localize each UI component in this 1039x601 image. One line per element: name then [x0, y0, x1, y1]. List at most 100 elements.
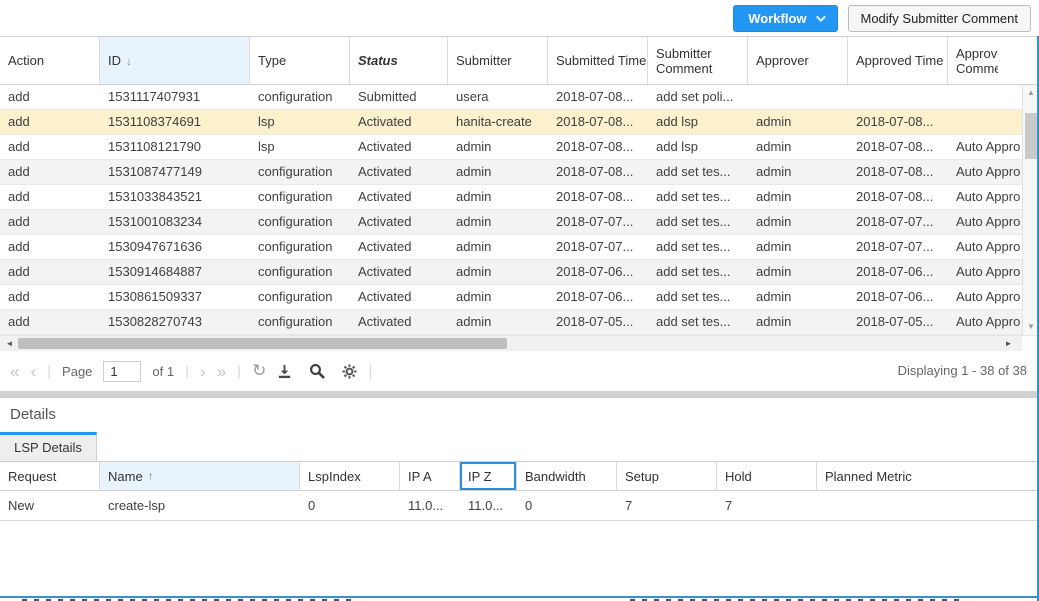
column-header-label: Approver [756, 53, 809, 68]
cell-status: Activated [350, 210, 448, 234]
cell-submitter: admin [448, 260, 548, 284]
column-header-label: Name [108, 469, 143, 484]
cell-submitter_comment: add set tes... [648, 185, 748, 209]
column-header-planned[interactable]: Planned Metric [817, 462, 1039, 490]
scroll-left-icon[interactable]: ◄ [1, 336, 18, 351]
toolbar-separator: | [185, 363, 189, 380]
cell-id: 1530828270743 [100, 310, 250, 334]
chevron-down-icon [815, 12, 825, 22]
column-header-ipz[interactable]: IP Z [460, 462, 517, 490]
column-header-name[interactable]: Name ↑ [100, 462, 300, 490]
cell-approved_time: 2018-07-08... [848, 185, 948, 209]
cell-approved_time: 2018-07-06... [848, 260, 948, 284]
cell-id: 1530914684887 [100, 260, 250, 284]
cell-action: add [0, 235, 100, 259]
column-header-lspindex[interactable]: LspIndex [300, 462, 400, 490]
column-header-type[interactable]: Type [250, 37, 350, 84]
cell-approver_comment [948, 110, 1022, 134]
cell-name: create-lsp [100, 491, 300, 520]
tab-lsp-details[interactable]: LSP Details [0, 432, 97, 461]
column-header-setup[interactable]: Setup [617, 462, 717, 490]
pagination-toolbar: « ‹ | Page of 1 | › » | ↻ [0, 351, 1039, 391]
workflow-button[interactable]: Workflow [733, 5, 837, 32]
cell-action: add [0, 160, 100, 184]
column-header-bandwidth[interactable]: Bandwidth [517, 462, 617, 490]
cell-approver_comment: Auto Appro [948, 185, 1022, 209]
scroll-right-icon[interactable]: ► [1000, 336, 1017, 351]
download-icon[interactable] [277, 364, 292, 379]
cell-type: configuration [250, 160, 350, 184]
column-header-id[interactable]: ID↓ [100, 37, 250, 84]
table-row[interactable]: add1530914684887configurationActivatedad… [0, 260, 1022, 285]
column-header-approver_comment[interactable]: Approver Comment [948, 37, 998, 84]
cell-planned [817, 491, 1039, 520]
column-header-request[interactable]: Request [0, 462, 100, 490]
column-header-label: Bandwidth [525, 469, 586, 484]
cell-action: add [0, 210, 100, 234]
next-page-button[interactable]: › [200, 363, 206, 380]
cell-approver_comment: Auto Appro [948, 160, 1022, 184]
table-row[interactable]: add1531087477149configurationActivatedad… [0, 160, 1022, 185]
search-icon[interactable] [309, 363, 325, 379]
refresh-icon[interactable]: ↻ [252, 361, 266, 381]
column-header-approved_time[interactable]: Approved Time [848, 37, 948, 84]
table-row[interactable]: add1530947671636configurationActivatedad… [0, 235, 1022, 260]
table-row[interactable]: add1531117407931configurationSubmittedus… [0, 85, 1022, 110]
cell-id: 1530947671636 [100, 235, 250, 259]
cell-submitter_comment: add set tes... [648, 260, 748, 284]
first-page-button[interactable]: « [10, 363, 19, 380]
column-header-label: Planned Metric [825, 469, 912, 484]
column-header-status[interactable]: Status [350, 37, 448, 84]
vertical-scroll-thumb[interactable] [1025, 113, 1037, 159]
horizontal-scroll-thumb[interactable] [18, 338, 507, 349]
table-row[interactable]: add1531108121790lspActivatedadmin2018-07… [0, 135, 1022, 160]
settings-gear-icon[interactable] [342, 364, 357, 379]
cell-approver: admin [748, 260, 848, 284]
previous-page-button[interactable]: ‹ [30, 363, 36, 380]
grid-rows: add1531117407931configurationSubmittedus… [0, 85, 1022, 335]
modify-submitter-comment-button[interactable]: Modify Submitter Comment [848, 5, 1032, 32]
cell-type: configuration [250, 185, 350, 209]
panel-splitter[interactable] [0, 391, 1039, 398]
cell-submitter_comment: add set tes... [648, 235, 748, 259]
cell-approver_comment: Auto Appro [948, 285, 1022, 309]
column-header-submitter_comment[interactable]: Submitter Comment [648, 37, 748, 84]
details-panel: Details LSP Details RequestName↑LspIndex… [0, 398, 1039, 521]
table-row[interactable]: add1530828270743configurationActivatedad… [0, 310, 1022, 335]
cell-submitter_comment: add set tes... [648, 210, 748, 234]
cell-submitter_comment: add set poli... [648, 85, 748, 109]
cell-submitter: admin [448, 210, 548, 234]
cell-status: Activated [350, 185, 448, 209]
cell-approved_time: 2018-07-08... [848, 160, 948, 184]
details-tabstrip: LSP Details [0, 432, 1039, 461]
cell-submitted_time: 2018-07-08... [548, 110, 648, 134]
cell-submitter: hanita-create [448, 110, 548, 134]
table-row[interactable]: add1530861509337configurationActivatedad… [0, 285, 1022, 310]
cell-approved_time: 2018-07-07... [848, 210, 948, 234]
column-header-action[interactable]: Action [0, 37, 100, 84]
table-row[interactable]: add1531033843521configurationActivatedad… [0, 185, 1022, 210]
column-header-hold[interactable]: Hold [717, 462, 817, 490]
cell-id: 1531108121790 [100, 135, 250, 159]
column-header-ipa[interactable]: IP A [400, 462, 460, 490]
cell-approver_comment: Auto Appro [948, 135, 1022, 159]
column-header-submitter[interactable]: Submitter [448, 37, 548, 84]
cell-lspindex: 0 [300, 491, 400, 520]
page-input[interactable] [103, 361, 141, 382]
cell-submitted_time: 2018-07-07... [548, 235, 648, 259]
table-row[interactable]: add1531001083234configurationActivatedad… [0, 210, 1022, 235]
cell-id: 1531033843521 [100, 185, 250, 209]
cell-approved_time: 2018-07-06... [848, 285, 948, 309]
column-header-submitted_time[interactable]: Submitted Time [548, 37, 648, 84]
cell-submitter: admin [448, 310, 548, 334]
table-row[interactable]: add1531108374691lspActivatedhanita-creat… [0, 110, 1022, 135]
column-header-label: LspIndex [308, 469, 361, 484]
last-page-button[interactable]: » [217, 363, 226, 380]
details-grid-row[interactable]: Newcreate-lsp011.0...11.0...077 [0, 491, 1039, 521]
cell-action: add [0, 310, 100, 334]
cell-approver_comment: Auto Appro [948, 310, 1022, 334]
horizontal-scrollbar[interactable]: ◄ ► [0, 335, 1039, 351]
cell-submitter: admin [448, 160, 548, 184]
column-header-approver[interactable]: Approver [748, 37, 848, 84]
sort-asc-icon: ↑ [148, 469, 154, 483]
